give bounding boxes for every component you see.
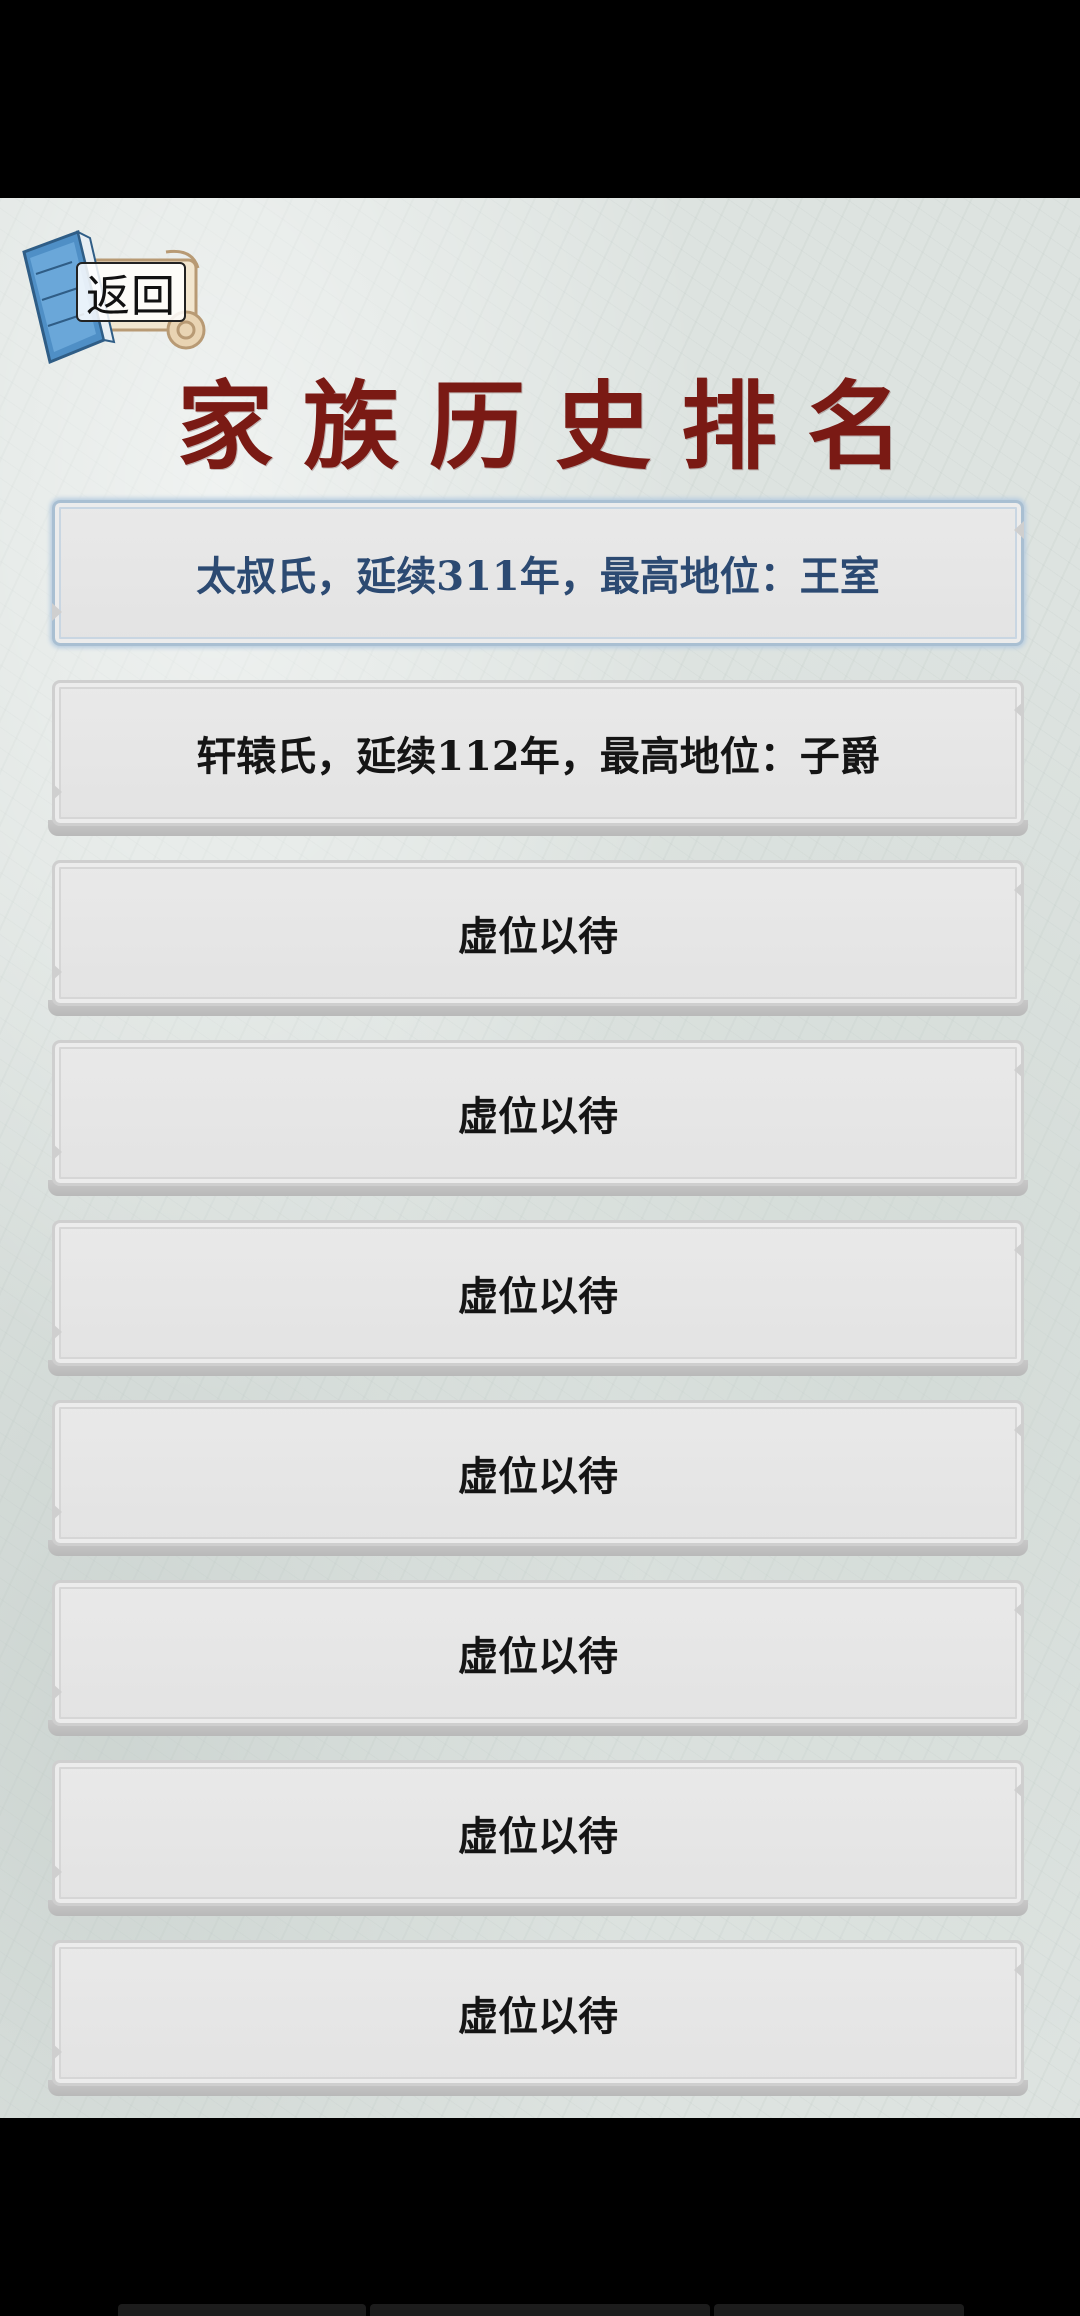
nav-bar-segment [370,2304,710,2316]
page-title: 家族历史排名 [177,370,933,483]
rank-row[interactable]: 虚位以待 [48,1216,1028,1376]
back-button[interactable]: 返回 [16,222,206,366]
rank-row-text: 太叔氏，延续311年，最高地位：王室 [196,553,880,600]
rank-row-text: 虚位以待 [458,1993,618,2040]
rank-row-text: 虚位以待 [458,1453,618,1500]
game-screen: 返回 家族历史排名 太叔氏，延续311年，最高地位：王室 轩辕氏，延续112年，最… [0,0,1080,2316]
bottom-black-bar [0,2118,1080,2316]
rank-row[interactable]: 太叔氏，延续311年，最高地位：王室 [48,496,1028,656]
top-black-bar [0,0,1080,198]
back-button-label: 返回 [76,262,186,322]
rank-list: 太叔氏，延续311年，最高地位：王室 轩辕氏，延续112年，最高地位：子爵 虚位以待… [48,496,1028,2116]
rank-row[interactable]: 虚位以待 [48,1396,1028,1556]
rank-row[interactable]: 虚位以待 [48,1036,1028,1196]
rank-row[interactable]: 虚位以待 [48,1756,1028,1916]
rank-row[interactable]: 虚位以待 [48,1576,1028,1736]
rank-row-text: 虚位以待 [458,1093,618,1140]
rank-row-text: 虚位以待 [458,1273,618,1320]
rank-row[interactable]: 轩辕氏，延续112年，最高地位：子爵 [48,676,1028,836]
rank-row[interactable]: 虚位以待 [48,856,1028,1016]
rank-row-text: 虚位以待 [458,1813,618,1860]
nav-bar-segment [714,2304,964,2316]
rank-row-text: 虚位以待 [458,913,618,960]
rank-row-text: 轩辕氏，延续112年，最高地位：子爵 [196,733,880,780]
rank-row[interactable]: 虚位以待 [48,1936,1028,2096]
rank-row-text: 虚位以待 [458,1633,618,1680]
nav-bar-segment [118,2304,366,2316]
